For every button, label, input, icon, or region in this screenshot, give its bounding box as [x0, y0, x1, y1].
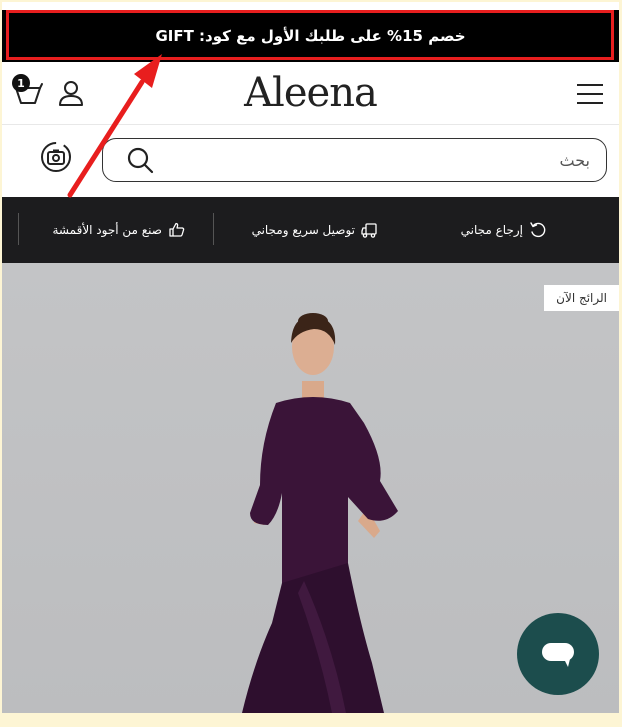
promo-banner[interactable]: خصم 15% على طلبك الأول مع كود: GIFT: [2, 10, 619, 62]
feature-divider: [213, 213, 214, 245]
feature-label: توصيل سريع ومجاني: [251, 223, 355, 237]
search-icon[interactable]: [125, 145, 155, 175]
hamburger-icon: [577, 84, 603, 104]
camera-search-icon: [41, 142, 71, 172]
return-icon: [530, 222, 546, 238]
feature-divider: [18, 213, 19, 245]
hero-banner[interactable]: الرائج الآن: [2, 263, 619, 713]
search-box[interactable]: [102, 138, 607, 182]
promo-text: خصم 15% على طلبك الأول مع كود: GIFT: [155, 27, 466, 45]
chat-button[interactable]: [517, 613, 599, 695]
feature-label: إرجاع مجاني: [460, 223, 523, 237]
feature-free-returns: إرجاع مجاني: [461, 197, 547, 263]
chat-bubble-icon: [542, 643, 574, 667]
visual-search-button[interactable]: [40, 141, 72, 173]
truck-icon: [361, 223, 377, 238]
feature-fast-delivery: توصيل سريع ومجاني: [252, 197, 379, 263]
page-frame: خصم 15% على طلبك الأول مع كود: GIFT 1 Al…: [2, 2, 619, 713]
menu-button[interactable]: [575, 82, 605, 106]
thumbs-up-icon: [169, 222, 185, 237]
feature-label: صنع من أجود الأقمشة: [52, 223, 163, 237]
features-bar: إرجاع مجاني توصيل سريع ومجاني صنع من أجو…: [2, 197, 619, 263]
search-input[interactable]: [155, 150, 606, 170]
search-row: [2, 125, 619, 197]
brand-logo[interactable]: Aleena: [2, 70, 619, 116]
feature-quality-fabric: صنع من أجود الأقمشة: [53, 197, 187, 263]
site-header: 1 Aleena: [2, 64, 619, 125]
